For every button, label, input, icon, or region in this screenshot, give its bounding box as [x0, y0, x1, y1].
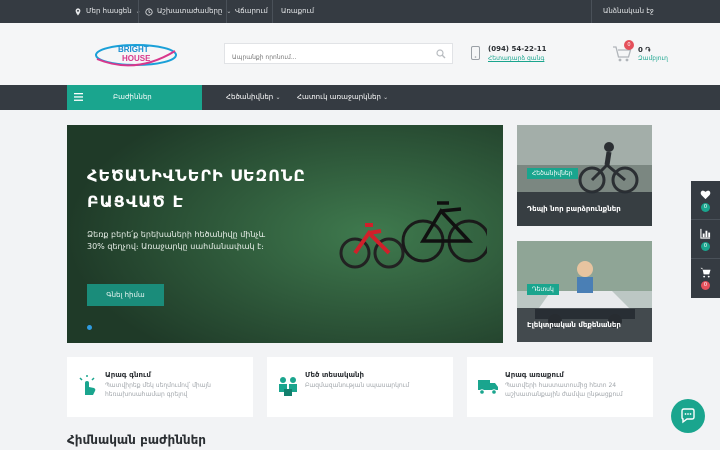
- compare-count-badge: 0: [701, 242, 710, 251]
- callback-link[interactable]: Հետադարձ զանգ: [488, 55, 544, 62]
- side-cart-count-badge: 0: [701, 281, 710, 290]
- promo-card-bicycles[interactable]: Հեծանիվներ Դեպի նոր բարձրունքներ: [517, 125, 652, 226]
- logo-text-1: BRIGHT: [118, 45, 149, 54]
- carousel-dot[interactable]: [87, 325, 92, 330]
- nav-item-special-offers[interactable]: Հատուկ առաջարկներ ⌄: [297, 85, 388, 110]
- chevron-down-icon: ⌄: [226, 8, 232, 15]
- location-pin-icon: [75, 7, 81, 16]
- payment-label: Վճարում: [235, 7, 268, 15]
- brand-logo[interactable]: BRIGHT HOUSE: [93, 37, 179, 71]
- hours-label: Աշխատաժամերը: [157, 7, 223, 15]
- categories-label: Բաժիններ: [113, 93, 152, 101]
- promo-tag: Հեծանիվներ: [527, 168, 578, 179]
- chat-button[interactable]: [671, 399, 705, 433]
- feature-fast-delivery: Արագ առաքում Պատվերի հաստատումից հետո 24…: [467, 357, 653, 417]
- wishlist-count-badge: 0: [701, 203, 710, 212]
- side-quick-panel: 0 0 0: [691, 181, 720, 298]
- hero-title: ՀԵԾԱՆԻՎՆԵՐԻ ՍԵԶՈՆԸ ԲԱՑՎԱԾ Է: [87, 166, 306, 211]
- phone-number[interactable]: (094) 54-22-11: [488, 45, 546, 53]
- side-cart-button[interactable]: 0: [691, 259, 720, 298]
- account-label: Անձնական էջ: [603, 7, 654, 15]
- search-icon[interactable]: [436, 49, 446, 59]
- feature-title: Մեծ տեսականի: [305, 371, 365, 379]
- address-menu[interactable]: Մեր հասցեն ⌄: [74, 0, 141, 23]
- compare-button[interactable]: 0: [691, 220, 720, 259]
- search-input[interactable]: [225, 48, 425, 67]
- hero-banner[interactable]: ՀԵԾԱՆԻՎՆԵՐԻ ՍԵԶՈՆԸ ԲԱՑՎԱԾ Է Ձեռք բերե՛ք …: [67, 125, 503, 343]
- menu-icon: [74, 93, 83, 101]
- hours-menu[interactable]: Աշխատաժամերը ⌄: [145, 0, 231, 23]
- address-label: Մեր հասցեն: [86, 7, 132, 15]
- promo-caption: Դեպի նոր բարձրունքներ: [517, 192, 652, 226]
- truck-icon: [478, 380, 498, 395]
- nav-label: Հեծանիվներ: [226, 93, 274, 101]
- cart-link[interactable]: Զամբյուղ: [638, 55, 668, 62]
- buy-now-button[interactable]: Գնել հիմա: [87, 284, 164, 306]
- feature-title: Արագ գնում: [105, 371, 151, 379]
- account-link[interactable]: Անձնական էջ: [603, 0, 654, 23]
- bar-chart-icon: [700, 228, 711, 239]
- main-nav: Բաժիններ Հեծանիվներ ⌄ Հատուկ առաջարկներ …: [0, 85, 720, 110]
- divider: [138, 0, 139, 23]
- logo-text-2: HOUSE: [122, 54, 151, 63]
- cart-count-badge: 0: [624, 40, 634, 50]
- feature-description: Պատվիրեք մեկ սեղմումով՝ միայն հեռախոսահա…: [105, 382, 211, 398]
- nav-item-bicycles[interactable]: Հեծանիվներ ⌄: [226, 85, 281, 110]
- chat-icon: [681, 408, 695, 424]
- click-hand-icon: [79, 375, 96, 395]
- top-bar: Մեր հասցեն ⌄ Աշխատաժամերը ⌄ Վճարում Առաք…: [0, 0, 720, 23]
- divider: [226, 0, 227, 23]
- heart-icon: [700, 190, 711, 200]
- promo-tag: Դետսկ: [527, 284, 559, 295]
- feature-description: Պատվերի հաստատումից հետո 24 աշխատանքային…: [505, 382, 623, 398]
- hero-description: Ձեռք բերե՛ք երեխաների հեծանիվը մինչև 30%…: [87, 230, 266, 251]
- nav-label: Հատուկ առաջարկներ: [297, 93, 381, 101]
- delivery-link[interactable]: Առաքում: [281, 0, 314, 23]
- clock-icon: [145, 7, 153, 16]
- chevron-down-icon: ⌄: [383, 94, 389, 101]
- bicycles-image: [339, 201, 487, 269]
- divider: [591, 0, 592, 23]
- promo-caption: Էլեկտրական մեքենաներ: [517, 308, 652, 342]
- mobile-phone-icon: [471, 46, 480, 60]
- chevron-down-icon: ⌄: [275, 94, 281, 101]
- feature-wide-assortment: Մեծ տեսականի Բազմազանության սպասարկում: [267, 357, 453, 417]
- feature-quick-buy: Արագ գնում Պատվիրեք մեկ սեղմումով՝ միայն…: [67, 357, 253, 417]
- feature-title: Արագ առաքում: [505, 371, 564, 379]
- payment-link[interactable]: Վճարում: [235, 0, 268, 23]
- section-title: Հիմնական բաժիններ: [67, 433, 207, 447]
- categories-button[interactable]: Բաժիններ: [67, 85, 202, 110]
- feature-description: Բազմազանության սպասարկում: [305, 382, 410, 389]
- people-boxes-icon: [279, 377, 297, 396]
- cart-total: 0 ֏: [638, 46, 651, 54]
- wishlist-button[interactable]: 0: [691, 181, 720, 220]
- cart-icon: [700, 267, 711, 278]
- promo-card-electric-cars[interactable]: Դետսկ Էլեկտրական մեքենաներ: [517, 241, 652, 342]
- divider: [272, 0, 273, 23]
- search-box: [224, 43, 453, 67]
- delivery-label: Առաքում: [281, 7, 315, 15]
